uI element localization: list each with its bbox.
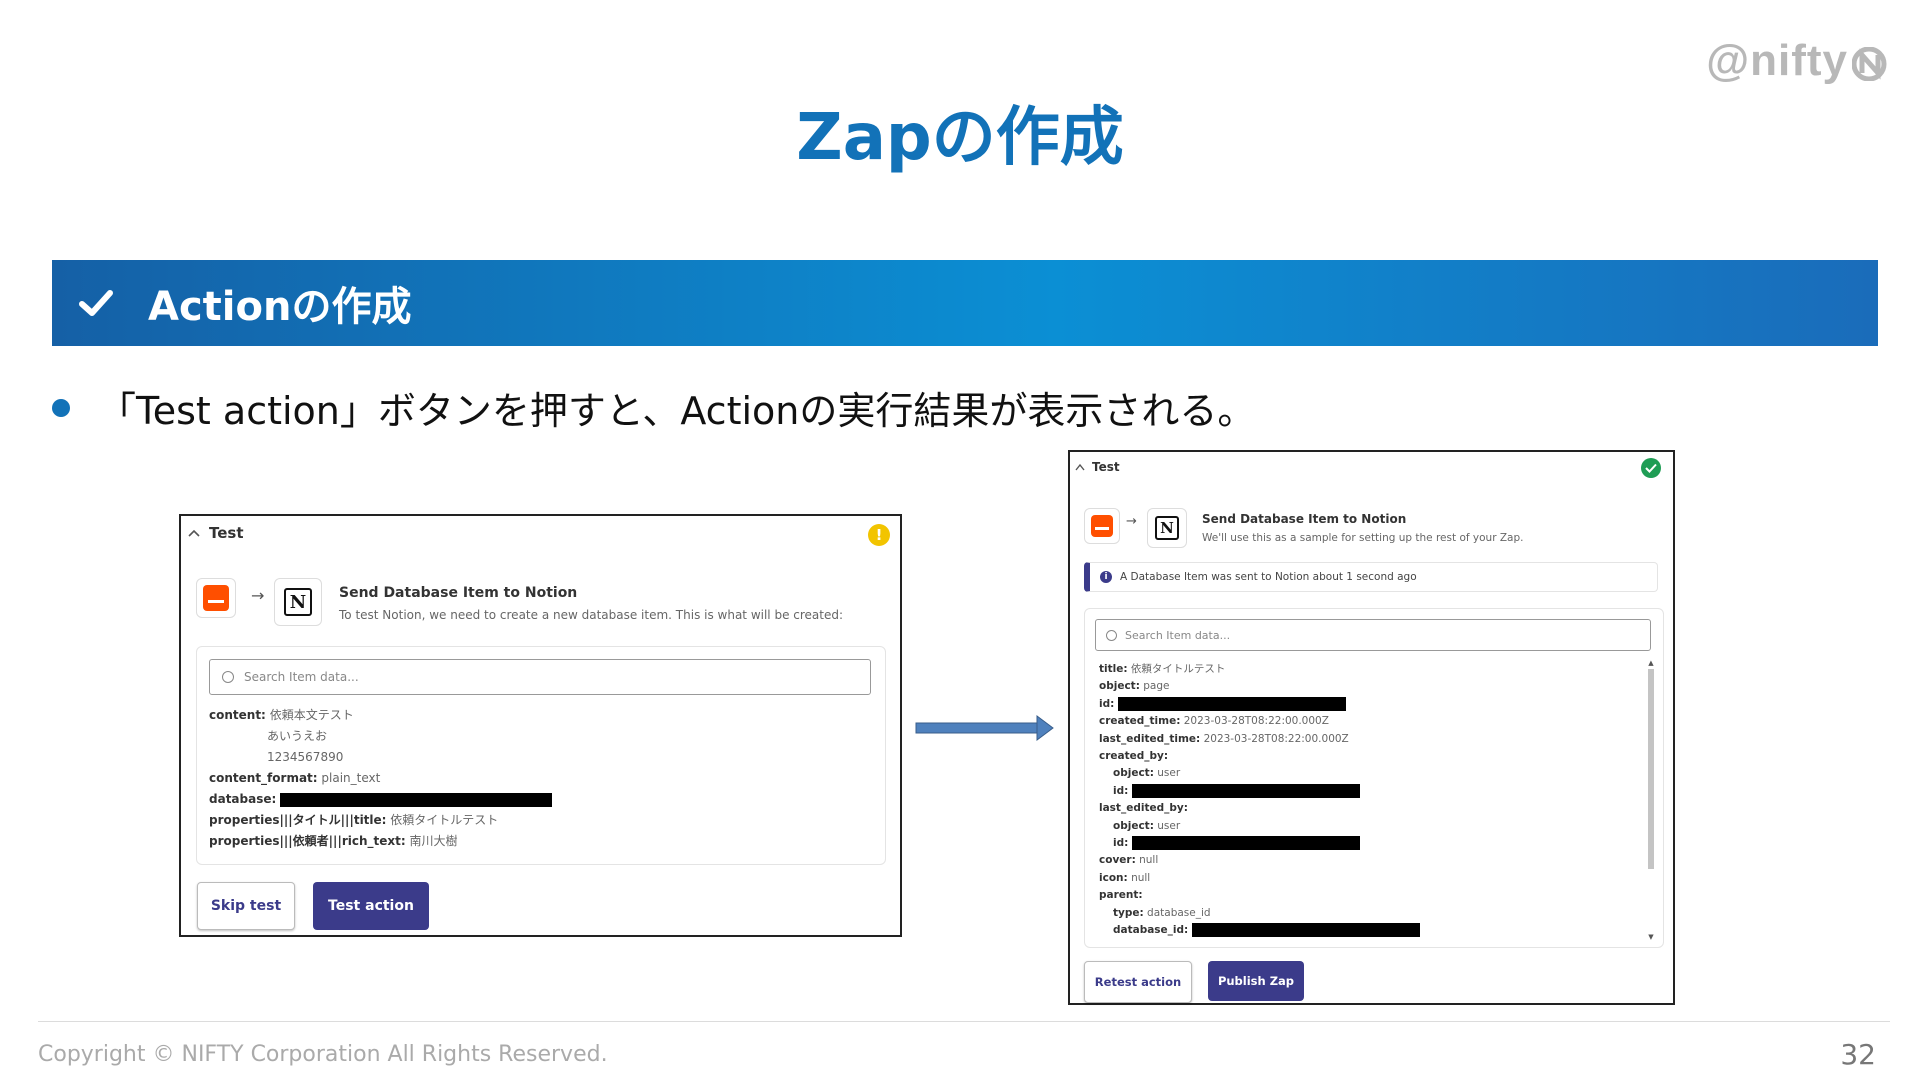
page-number: 32 xyxy=(1840,1038,1876,1071)
step-arrow-icon: → xyxy=(251,586,265,605)
field-row: content: 依頼本文テスト xyxy=(209,708,354,722)
notion-icon: N xyxy=(1155,516,1179,540)
field-row: id: xyxy=(1099,696,1420,713)
nifty-logo: @nifty xyxy=(1706,36,1888,86)
info-icon: i xyxy=(1100,571,1112,583)
field-row: created_time: 2023-03-28T08:22:00.000Z xyxy=(1099,715,1329,728)
search-input[interactable]: Search Item data... xyxy=(209,659,871,695)
notice-text: A Database Item was sent to Notion about… xyxy=(1120,571,1417,583)
redacted-value xyxy=(1191,923,1420,938)
screenshot-before-test: Test ! → N Send Database Item to Notion … xyxy=(179,514,902,937)
field-row: id: xyxy=(1099,783,1420,800)
scrollbar[interactable]: ▲ ▼ xyxy=(1647,659,1655,941)
bullet-text: 「Test action」ボタンを押すと、Actionの実行結果が表示される。 xyxy=(98,389,1256,433)
search-icon xyxy=(222,671,234,683)
bullet-item: 「Test action」ボタンを押すと、Actionの実行結果が表示される。 xyxy=(52,380,1255,435)
field-row: object: user xyxy=(1113,819,1181,832)
notion-icon: N xyxy=(284,588,312,616)
field-row: object: page xyxy=(1099,680,1170,693)
step-description: We'll use this as a sample for setting u… xyxy=(1202,532,1524,544)
test-section-header[interactable]: Test xyxy=(187,524,244,542)
test-header-label: Test xyxy=(209,524,244,542)
scroll-down-arrow[interactable]: ▼ xyxy=(1647,933,1655,941)
field-row: id: xyxy=(1099,835,1420,852)
item-data-panel: Search Item data... title: 依頼タイトルテスト obj… xyxy=(1084,608,1664,948)
slide-title: Zapの作成 xyxy=(796,101,1124,175)
trigger-app-tile xyxy=(196,578,236,618)
step-description: To test Notion, we need to create a new … xyxy=(339,608,844,622)
chevron-up-icon xyxy=(1075,463,1085,471)
field-row: properties|||依頼者|||rich_text: 南川大樹 xyxy=(209,834,458,848)
chevron-up-icon xyxy=(188,529,200,537)
scroll-up-arrow[interactable]: ▲ xyxy=(1647,659,1655,667)
step-title: Send Database Item to Notion xyxy=(339,585,578,601)
search-placeholder: Search Item data... xyxy=(244,670,359,684)
notion-app-tile: N xyxy=(274,578,322,626)
field-row: title: 依頼タイトルテスト xyxy=(1099,663,1226,675)
search-input[interactable]: Search Item data... xyxy=(1095,619,1651,651)
field-row: 1234567890 xyxy=(267,750,344,764)
zapier-trigger-icon xyxy=(1091,515,1113,537)
success-status-icon xyxy=(1641,458,1661,478)
search-icon xyxy=(1106,629,1117,641)
nifty-mark-icon xyxy=(1852,47,1887,81)
step-arrow-icon: → xyxy=(1126,514,1137,529)
field-row: last_edited_by: xyxy=(1099,802,1188,815)
field-row: properties|||タイトル|||title: 依頼タイトルテスト xyxy=(209,813,499,827)
test-action-button[interactable]: Test action xyxy=(313,882,429,930)
field-row: database: xyxy=(209,789,553,810)
field-list: title: 依頼タイトルテスト object: page id: create… xyxy=(1099,661,1420,940)
success-notice: i A Database Item was sent to Notion abo… xyxy=(1084,562,1658,592)
field-row: last_edited_time: 2023-03-28T08:22:00.00… xyxy=(1099,732,1349,745)
redacted-value xyxy=(1117,696,1346,711)
redacted-value xyxy=(1131,783,1360,798)
retest-action-button[interactable]: Retest action xyxy=(1084,961,1192,1003)
test-section-header[interactable]: Test xyxy=(1074,460,1120,474)
field-row: created_by: xyxy=(1099,750,1169,763)
field-row: cover: null xyxy=(1099,854,1159,867)
search-placeholder: Search Item data... xyxy=(1125,628,1231,642)
screenshot-after-test: Test → N Send Database Item to Notion We… xyxy=(1068,450,1675,1005)
field-list: content: 依頼本文テスト あいうえお 1234567890 conten… xyxy=(209,705,553,852)
flow-arrow-icon xyxy=(915,715,1054,741)
step-title: Send Database Item to Notion xyxy=(1202,512,1407,526)
field-row: icon: null xyxy=(1099,871,1151,884)
logo-text: @nifty xyxy=(1706,36,1848,85)
section-heading: Actionの作成 xyxy=(148,284,412,330)
publish-zap-button[interactable]: Publish Zap xyxy=(1208,961,1304,1001)
redacted-value xyxy=(280,792,553,807)
field-row: parent: xyxy=(1099,889,1143,902)
field-row: type: database_id xyxy=(1113,906,1211,919)
skip-test-button[interactable]: Skip test xyxy=(197,882,295,930)
field-row: content_format: plain_text xyxy=(209,771,381,785)
section-banner: Actionの作成 xyxy=(52,260,1878,346)
bullet-dot xyxy=(52,398,70,417)
footer-divider xyxy=(38,1021,1890,1022)
field-row: あいうえお xyxy=(267,729,328,743)
notion-app-tile: N xyxy=(1147,508,1187,548)
warning-status-icon: ! xyxy=(868,524,890,546)
zapier-trigger-icon xyxy=(203,585,229,611)
field-row: database_id: xyxy=(1099,922,1420,939)
copyright-text: Copyright © NIFTY Corporation All Rights… xyxy=(38,1042,608,1067)
test-header-label: Test xyxy=(1092,460,1120,474)
item-data-panel: Search Item data... content: 依頼本文テスト あいう… xyxy=(196,646,886,865)
trigger-app-tile xyxy=(1084,508,1120,544)
checkmark-icon xyxy=(74,281,118,325)
scrollbar-thumb[interactable] xyxy=(1648,669,1654,869)
redacted-value xyxy=(1131,836,1360,851)
field-row: object: user xyxy=(1113,767,1181,780)
